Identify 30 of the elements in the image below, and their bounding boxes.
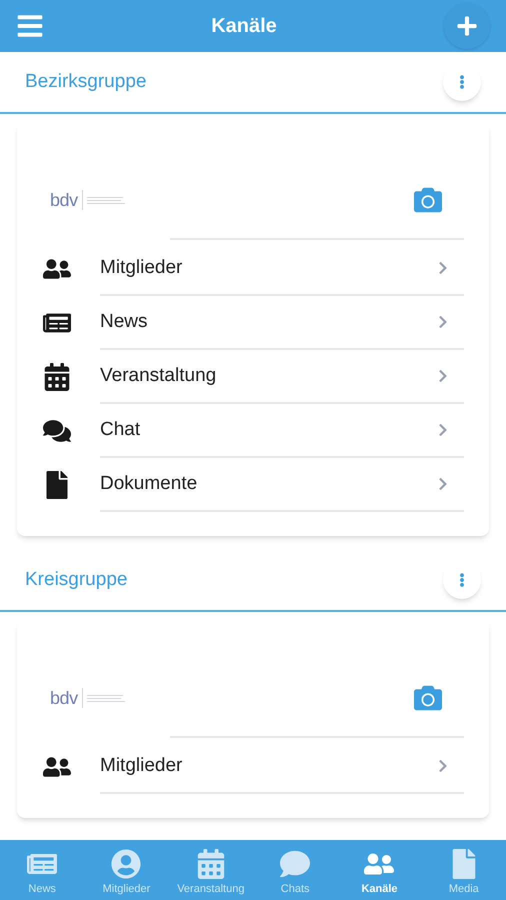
chat-bubble-icon — [280, 848, 310, 878]
calendar-icon — [196, 848, 226, 878]
channel-menu-item[interactable]: Mitglieder — [42, 740, 464, 794]
camera-icon — [414, 186, 442, 214]
camera-icon — [414, 684, 442, 712]
menu-label: News — [100, 310, 148, 334]
add-button[interactable] — [444, 3, 490, 49]
user-icon — [111, 848, 142, 878]
menu-label: Dokumente — [100, 472, 198, 496]
plus-icon — [456, 15, 478, 37]
logo: bdv — [50, 186, 125, 214]
channel-menu-item[interactable]: Mitglieder — [42, 242, 464, 296]
menu-label: Mitglieder — [100, 754, 182, 778]
more-button[interactable] — [443, 561, 481, 599]
menu-label: Mitglieder — [100, 256, 182, 280]
camera-button[interactable] — [414, 186, 442, 214]
chat-bubbles-icon — [43, 417, 71, 445]
group-title: Kreisgruppe — [25, 568, 128, 592]
camera-button[interactable] — [414, 684, 442, 712]
channel-menu-item[interactable]: Dokumente — [42, 458, 464, 512]
channel-menu-item[interactable]: News — [42, 296, 464, 350]
menu-label: Veranstaltung — [100, 364, 216, 388]
calendar-icon — [43, 363, 71, 391]
more-button[interactable] — [443, 63, 481, 101]
channel-menu-item[interactable]: Veranstaltung — [42, 350, 464, 404]
menu-label: Chat — [100, 418, 140, 442]
page-title: Kanäle — [211, 14, 277, 39]
logo: bdv — [50, 684, 125, 712]
channel-menu-item[interactable]: Chat — [42, 404, 464, 458]
group-title: Bezirksgruppe — [25, 70, 146, 94]
